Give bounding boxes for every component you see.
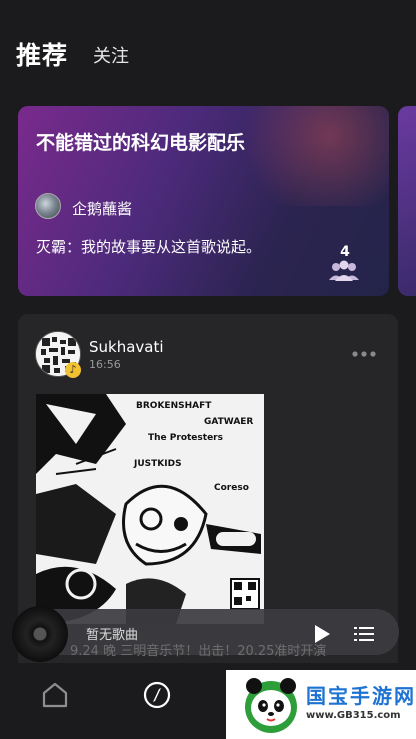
site-watermark: 国宝手游网 www.GB315.com	[226, 670, 416, 739]
poster-text-1: BROKENSHAFT	[136, 401, 212, 411]
poster-text-5: Coreso	[214, 483, 249, 493]
next-playlist-card[interactable]	[398, 106, 416, 296]
panda-logo-icon	[245, 678, 297, 733]
post-author-name[interactable]: Sukhavati	[89, 338, 164, 356]
playlist-title: 不能错过的科幻电影配乐	[36, 132, 246, 154]
tab-following[interactable]: 关注	[93, 42, 129, 68]
post-time: 16:56	[89, 358, 121, 371]
playlist-icon[interactable]	[354, 625, 374, 643]
author-name[interactable]: 企鹅蘸酱	[72, 198, 132, 219]
top-header: 推荐 关注	[0, 0, 416, 90]
tab-recommend[interactable]: 推荐	[16, 36, 68, 72]
home-icon[interactable]	[40, 681, 70, 709]
poster-text-3: The Protesters	[148, 433, 223, 443]
people-icon	[329, 260, 359, 281]
watermark-title: 国宝手游网	[306, 684, 416, 708]
watermark-url: www.GB315.com	[306, 710, 401, 721]
play-icon[interactable]	[313, 624, 331, 644]
author-avatar[interactable]	[35, 193, 61, 219]
more-dots-icon[interactable]	[351, 350, 377, 358]
player-scroll-text: 9.24 晚 三明音乐节！出击！20.25准时开演	[70, 644, 327, 659]
poster-text-4: JUSTKIDS	[133, 459, 182, 469]
music-note-icon: ♪	[65, 362, 81, 378]
album-disc[interactable]	[12, 606, 68, 662]
post-image[interactable]: BROKENSHAFT GATWAER The Protesters JUSTK…	[36, 394, 264, 624]
compass-icon[interactable]	[143, 681, 171, 709]
featured-playlist-card[interactable]: 不能错过的科幻电影配乐 企鹅蘸酱 灭霸：我的故事要从这首歌说起。 4	[18, 106, 389, 296]
member-count: 4	[340, 244, 350, 260]
playlist-quote: 灭霸：我的故事要从这首歌说起。	[36, 238, 262, 256]
poster-text-2: GATWAER	[204, 417, 253, 427]
